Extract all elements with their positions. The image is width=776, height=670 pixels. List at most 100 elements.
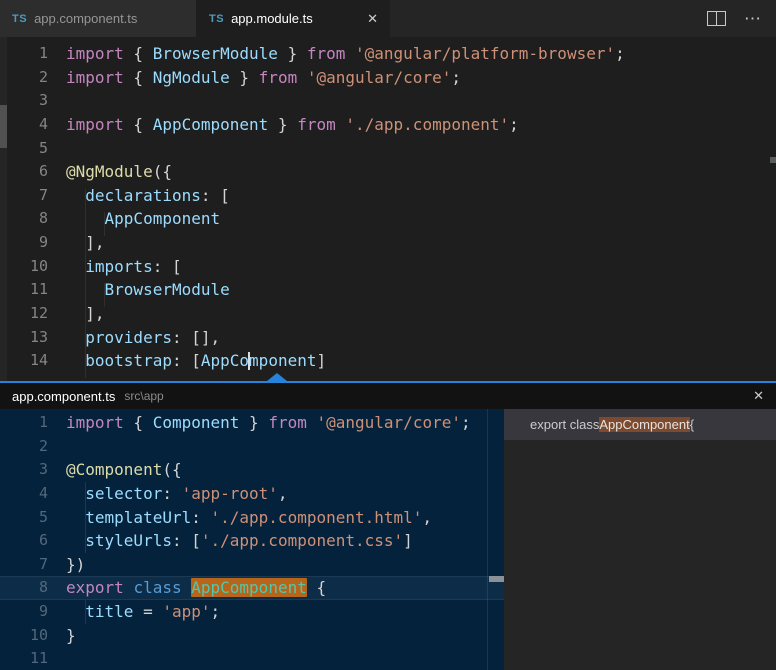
line-number: 3	[0, 458, 48, 482]
code-line[interactable]: 13 providers: [],	[0, 326, 776, 350]
code-line[interactable]: 8 AppComponent	[0, 207, 776, 231]
line-number: 6	[0, 160, 48, 184]
code-text: styleUrls: ['./app.component.css']	[66, 529, 413, 553]
line-number: 10	[0, 255, 48, 279]
code-line[interactable]: 6 @NgModule({	[0, 160, 776, 184]
line-number: 12	[0, 302, 48, 326]
peek-close-icon[interactable]: ✕	[753, 388, 764, 404]
line-number: 14	[0, 349, 48, 373]
code-line[interactable]: 9 ],	[0, 231, 776, 255]
line-number: 6	[0, 529, 48, 553]
code-text: AppComponent	[66, 207, 220, 231]
code-text: imports: [	[66, 255, 182, 279]
code-text: import { BrowserModule } from '@angular/…	[66, 42, 625, 66]
tab-label: app.module.ts	[231, 11, 313, 26]
line-number: 9	[0, 231, 48, 255]
code-line[interactable]: 5	[0, 137, 776, 161]
indent-guide	[85, 600, 86, 624]
typescript-file-icon: TS	[12, 13, 27, 25]
code-line[interactable]: 4 import { AppComponent } from './app.com…	[0, 113, 776, 137]
references-list: export class AppComponent {	[504, 409, 776, 670]
close-tab-icon[interactable]: ✕	[367, 11, 378, 27]
line-number: 5	[0, 137, 48, 161]
code-line[interactable]: 10}	[0, 624, 504, 648]
editor-app-module: 1 import { BrowserModule } from '@angular…	[0, 37, 776, 381]
code-text: })	[66, 553, 85, 577]
line-number: 7	[0, 553, 48, 577]
overview-ruler-mark	[770, 157, 776, 163]
line-number: 4	[0, 113, 48, 137]
code-line[interactable]: 14 bootstrap: [AppComponent]	[0, 349, 776, 373]
code-text: providers: [],	[66, 326, 220, 350]
code-text: @Component({	[66, 458, 182, 482]
code-line[interactable]: 8 export class AppComponent {	[0, 576, 504, 600]
peek-editor-app-component: 1 import { Component } from '@angular/cor…	[0, 409, 504, 670]
peek-definition-widget: app.component.ts src\app ✕ 1 import { Com…	[0, 381, 776, 670]
code-text: import { AppComponent } from './app.comp…	[66, 113, 519, 137]
code-text: import { Component } from '@angular/core…	[66, 411, 471, 435]
tab-app-component-ts[interactable]: TS app.component.ts	[0, 0, 197, 37]
editor-actions: ⋯	[707, 0, 776, 37]
line-number: 2	[0, 66, 48, 90]
line-number: 1	[0, 42, 48, 66]
code-text: @NgModule({	[66, 160, 172, 184]
peek-ruler-mark	[489, 576, 504, 582]
code-line[interactable]: 11	[0, 647, 504, 670]
reference-item[interactable]: export class AppComponent {	[504, 409, 776, 440]
indent-guide	[85, 189, 86, 378]
reference-text-pre: export class	[530, 417, 599, 432]
code-line[interactable]: 7})	[0, 553, 504, 577]
indent-guide	[104, 212, 105, 236]
peek-anchor-arrow-icon	[267, 373, 287, 381]
code-line[interactable]: 1 import { BrowserModule } from '@angular…	[0, 42, 776, 66]
more-actions-icon[interactable]: ⋯	[744, 14, 762, 24]
code-text: templateUrl: './app.component.html',	[66, 506, 432, 530]
peek-code-lines: 1 import { Component } from '@angular/cor…	[0, 411, 504, 670]
reference-text-post: {	[690, 417, 694, 432]
code-line[interactable]: 7 declarations: [	[0, 184, 776, 208]
code-text: BrowserModule	[66, 278, 230, 302]
peek-header: app.component.ts src\app ✕	[0, 383, 776, 409]
line-number: 13	[0, 326, 48, 350]
line-number: 10	[0, 624, 48, 648]
line-number: 4	[0, 482, 48, 506]
code-line[interactable]: 5 templateUrl: './app.component.html',	[0, 506, 504, 530]
code-line[interactable]: 9 title = 'app';	[0, 600, 504, 624]
typescript-file-icon: TS	[209, 13, 224, 25]
line-number: 9	[0, 600, 48, 624]
code-text: declarations: [	[66, 184, 230, 208]
code-line[interactable]: 3	[0, 89, 776, 113]
code-text: title = 'app';	[66, 600, 220, 624]
tab-bar: TS app.component.ts TS app.module.ts ✕ ⋯	[0, 0, 776, 37]
indent-guide	[85, 482, 86, 553]
code-line[interactable]: 1 import { Component } from '@angular/cor…	[0, 411, 504, 435]
line-number: 1	[0, 411, 48, 435]
peek-file-name: app.component.ts	[12, 389, 115, 404]
line-number: 3	[0, 89, 48, 113]
code-line[interactable]: 2import { NgModule } from '@angular/core…	[0, 66, 776, 90]
peek-scrollbar-lane[interactable]	[487, 409, 488, 670]
code-line[interactable]: 3 @Component({	[0, 458, 504, 482]
code-text: selector: 'app-root',	[66, 482, 288, 506]
code-line[interactable]: 11 BrowserModule	[0, 278, 776, 302]
split-editor-icon[interactable]	[707, 11, 726, 26]
code-line[interactable]: 12 ],	[0, 302, 776, 326]
code-text: export class AppComponent {	[66, 576, 326, 600]
reference-match-highlight: AppComponent	[599, 417, 689, 432]
line-number: 8	[0, 207, 48, 231]
indent-guide	[104, 283, 105, 307]
code-line[interactable]: 4 selector: 'app-root',	[0, 482, 504, 506]
code-text: }	[66, 624, 76, 648]
code-line[interactable]: 10 imports: [	[0, 255, 776, 279]
code-line[interactable]: 6 styleUrls: ['./app.component.css']	[0, 529, 504, 553]
peek-body: 1 import { Component } from '@angular/cor…	[0, 409, 776, 670]
line-number: 5	[0, 506, 48, 530]
line-number: 8	[0, 576, 48, 600]
code-lines: 1 import { BrowserModule } from '@angular…	[0, 42, 776, 373]
code-text: bootstrap: [AppComponent]	[66, 349, 326, 373]
line-number: 11	[0, 278, 48, 302]
line-number: 2	[0, 435, 48, 459]
tab-app-module-ts[interactable]: TS app.module.ts ✕	[197, 0, 390, 37]
line-number: 11	[0, 647, 48, 670]
code-line[interactable]: 2	[0, 435, 504, 459]
